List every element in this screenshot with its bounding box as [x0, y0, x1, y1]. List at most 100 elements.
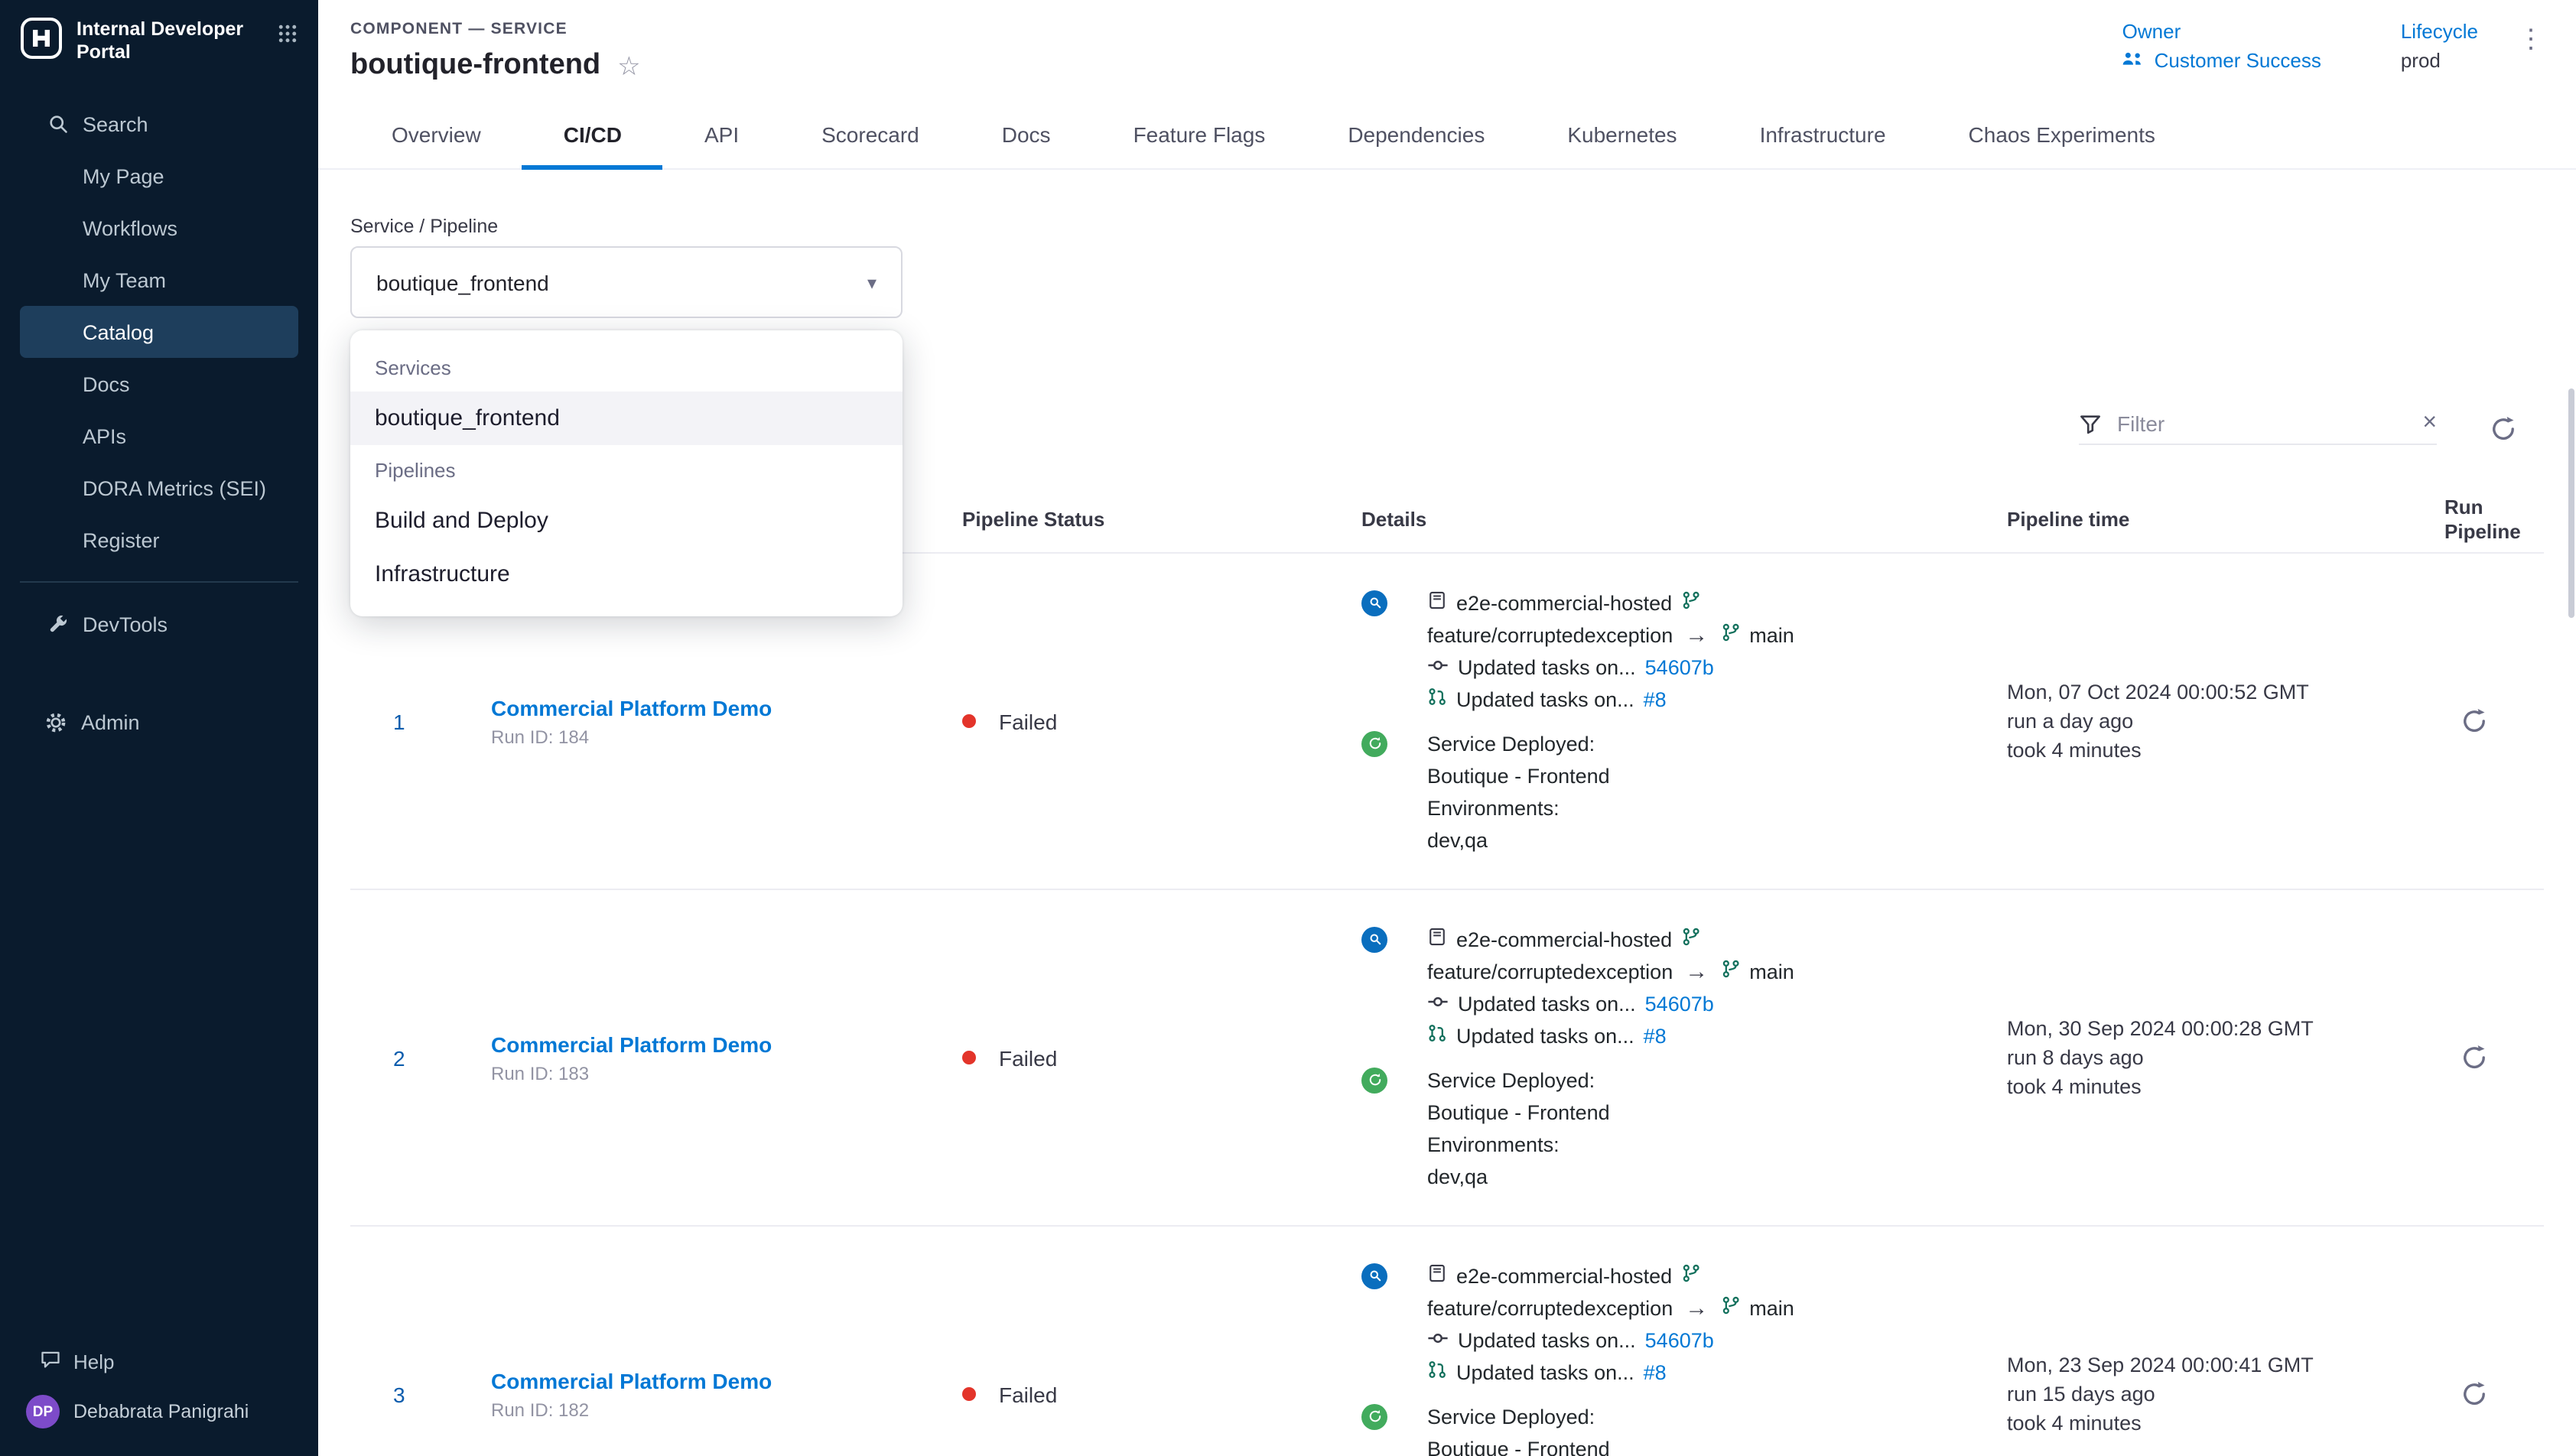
sidebar-divider — [20, 581, 298, 583]
sidebar-item-register[interactable]: Register — [20, 514, 298, 566]
pr-number-link[interactable]: #8 — [1644, 1024, 1667, 1047]
run-pipeline-button[interactable] — [2460, 707, 2489, 736]
help-button[interactable]: Help — [20, 1337, 298, 1386]
git-branch-icon — [1720, 622, 1740, 647]
commit-sha-link[interactable]: 54607b — [1645, 655, 1714, 678]
sidebar-item-my-page[interactable]: My Page — [20, 150, 298, 202]
repo-icon — [1427, 927, 1447, 951]
gear-icon — [44, 710, 67, 733]
time-line: Mon, 23 Sep 2024 00:00:41 GMT — [2007, 1350, 2444, 1380]
favorite-star-icon[interactable]: ☆ — [617, 53, 641, 79]
sidebar-header: Internal Developer Portal — [0, 0, 318, 67]
sidebar-item-label: DevTools — [83, 613, 168, 635]
cd-module-icon — [1361, 730, 1387, 756]
sidebar-item-catalog[interactable]: Catalog — [20, 306, 298, 358]
lifecycle-value: prod — [2401, 49, 2478, 72]
sidebar-item-devtools[interactable]: DevTools — [20, 598, 298, 650]
tab-infrastructure[interactable]: Infrastructure — [1719, 101, 1927, 168]
th-pipeline-time: Pipeline time — [2007, 508, 2444, 531]
source-branch: feature/corruptedexception — [1427, 960, 1673, 983]
more-menu-icon[interactable]: ⋮ — [2518, 24, 2544, 55]
tab-api[interactable]: API — [663, 101, 780, 168]
pipeline-details: e2e-commercial-hosted feature/corruptede… — [1361, 923, 2007, 1192]
target-branch: main — [1749, 1296, 1794, 1319]
dropdown-option-build-and-deploy[interactable]: Build and Deploy — [350, 494, 903, 548]
run-number-link[interactable]: 1 — [393, 709, 405, 733]
tab-scorecard[interactable]: Scorecard — [780, 101, 961, 168]
pipeline-select-value: boutique_frontend — [376, 270, 549, 294]
th-details: Details — [1361, 508, 2007, 531]
time-line: run a day ago — [2007, 707, 2444, 736]
pr-number-link[interactable]: #8 — [1644, 687, 1667, 710]
sidebar-nav: Search My Page Workflows My Team Catalog… — [0, 98, 318, 748]
refresh-table-button[interactable] — [2489, 414, 2518, 443]
cd-module-icon — [1361, 1403, 1387, 1429]
help-label: Help — [73, 1350, 115, 1373]
tab-docs[interactable]: Docs — [961, 101, 1092, 168]
tab-kubernetes[interactable]: Kubernetes — [1526, 101, 1718, 168]
user-menu[interactable]: DP Debabrata Panigrahi — [20, 1386, 298, 1438]
sidebar-item-search[interactable]: Search — [20, 98, 298, 150]
sidebar-item-workflows[interactable]: Workflows — [20, 202, 298, 254]
git-branch-icon — [1681, 927, 1701, 951]
pipeline-picker-label: Service / Pipeline — [350, 216, 2544, 237]
pull-request-icon — [1427, 1360, 1447, 1384]
sidebar-item-label: My Team — [83, 268, 166, 291]
pipeline-picker: boutique_frontend ▾ Services boutique_fr… — [350, 246, 903, 318]
ci-module-icon — [1361, 1263, 1387, 1289]
filter-input[interactable] — [2117, 411, 2407, 436]
sidebar-item-dora-metrics[interactable]: DORA Metrics (SEI) — [20, 462, 298, 514]
pipeline-name-link[interactable]: Commercial Platform Demo — [491, 1032, 962, 1056]
pipeline-name-link[interactable]: Commercial Platform Demo — [491, 1368, 962, 1393]
run-number-link[interactable]: 2 — [393, 1045, 405, 1070]
pr-number-link[interactable]: #8 — [1644, 1360, 1667, 1383]
run-pipeline-button[interactable] — [2460, 1043, 2489, 1072]
run-pipeline-button[interactable] — [2460, 1380, 2489, 1409]
time-line: Mon, 30 Sep 2024 00:00:28 GMT — [2007, 1014, 2444, 1043]
arrow-right-icon: → — [1682, 622, 1711, 648]
sidebar-item-label: Workflows — [83, 216, 177, 239]
cd-line: dev,qa — [1427, 828, 1488, 851]
pipeline-status: Failed — [962, 1382, 1361, 1406]
clear-filter-icon[interactable]: × — [2422, 411, 2437, 436]
git-branch-icon — [1681, 590, 1701, 615]
sidebar: Internal Developer Portal Search My Page… — [0, 0, 318, 1456]
entity-header: COMPONENT — SERVICE boutique-frontend ☆ … — [318, 0, 2576, 83]
time-line: run 15 days ago — [2007, 1380, 2444, 1409]
owner-meta: Owner Customer Success — [2122, 20, 2321, 72]
target-branch: main — [1749, 960, 1794, 983]
sidebar-item-label: Admin — [81, 710, 140, 733]
sidebar-item-docs[interactable]: Docs — [20, 358, 298, 410]
time-line: took 4 minutes — [2007, 1072, 2444, 1101]
cd-line: Boutique - Frontend — [1427, 1437, 1610, 1456]
sidebar-item-admin[interactable]: Admin — [20, 696, 298, 748]
tab-feature-flags[interactable]: Feature Flags — [1092, 101, 1307, 168]
status-label: Failed — [999, 1045, 1057, 1070]
pr-message: Updated tasks on... — [1456, 1360, 1634, 1383]
cd-details: Service Deployed: Boutique - Frontend En… — [1361, 1400, 2007, 1456]
cd-line: Environments: — [1427, 1133, 1560, 1155]
git-branch-icon — [1681, 1263, 1701, 1288]
sidebar-item-apis[interactable]: APIs — [20, 410, 298, 462]
tab-chaos-experiments[interactable]: Chaos Experiments — [1927, 101, 2197, 168]
sidebar-item-my-team[interactable]: My Team — [20, 254, 298, 306]
tab-ci-cd[interactable]: CI/CD — [522, 101, 663, 168]
dropdown-option-infrastructure[interactable]: Infrastructure — [350, 548, 903, 601]
app-title: Internal Developer Portal — [76, 17, 263, 64]
owner-link[interactable]: Customer Success — [2122, 49, 2321, 72]
scrollbar-thumb[interactable] — [2568, 388, 2574, 618]
sidebar-item-label: Search — [83, 112, 148, 135]
repo-name: e2e-commercial-hosted — [1456, 1264, 1672, 1287]
commit-sha-link[interactable]: 54607b — [1645, 1328, 1714, 1351]
run-number-link[interactable]: 3 — [393, 1382, 405, 1406]
apps-grid-icon[interactable] — [277, 23, 298, 52]
repo-icon — [1427, 590, 1447, 615]
dropdown-option-boutique-frontend[interactable]: boutique_frontend — [350, 392, 903, 445]
tab-overview[interactable]: Overview — [350, 101, 522, 168]
tab-dependencies[interactable]: Dependencies — [1306, 101, 1526, 168]
ci-module-icon — [1361, 590, 1387, 616]
commit-sha-link[interactable]: 54607b — [1645, 992, 1714, 1015]
pipeline-name-link[interactable]: Commercial Platform Demo — [491, 695, 962, 720]
status-failed-dot — [962, 714, 976, 728]
pipeline-select[interactable]: boutique_frontend ▾ — [350, 246, 903, 318]
